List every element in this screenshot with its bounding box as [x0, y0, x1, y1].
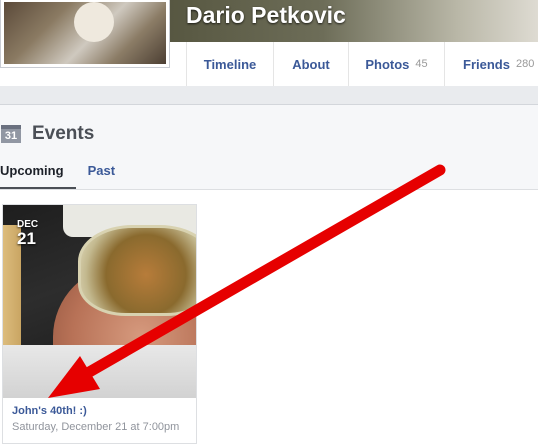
profile-avatar[interactable]	[0, 0, 170, 68]
image-shirt	[3, 345, 196, 398]
subtab-upcoming[interactable]: Upcoming	[0, 163, 76, 189]
events-subtabs: Upcoming Past	[0, 163, 127, 189]
tab-photos-count: 45	[415, 58, 428, 70]
events-title[interactable]: Events	[32, 123, 94, 145]
tab-photos[interactable]: Photos 45	[349, 42, 445, 86]
profile-nav: Timeline About Photos 45 Friends 280	[186, 42, 538, 87]
tab-friends-count: 280	[515, 58, 535, 70]
tab-photos-label: Photos	[365, 56, 410, 72]
event-time: Saturday, December 21 at 7:00pm	[12, 421, 180, 433]
calendar-icon: 31	[1, 125, 21, 143]
events-list: DEC 21 John's 40th! :) Saturday, Decembe…	[0, 189, 538, 444]
tab-about-label: About	[292, 56, 330, 72]
tab-about[interactable]: About	[274, 42, 349, 86]
event-date-badge: DEC 21	[17, 219, 38, 248]
event-title-link[interactable]: John's 40th! :)	[12, 405, 87, 417]
tab-friends-label: Friends	[463, 56, 510, 72]
events-panel: 31 Events Upcoming Past DEC 21 John's 40…	[0, 104, 538, 444]
event-day: 21	[17, 229, 36, 248]
subtab-past[interactable]: Past	[88, 163, 127, 189]
events-header: 31 Events	[0, 121, 94, 147]
event-card[interactable]: DEC 21 John's 40th! :) Saturday, Decembe…	[2, 204, 197, 444]
tab-timeline[interactable]: Timeline	[187, 42, 274, 86]
image-goggles	[78, 225, 196, 316]
event-cover-image[interactable]: DEC 21	[3, 205, 196, 398]
section-gap	[0, 86, 538, 104]
tab-friends[interactable]: Friends 280	[445, 42, 538, 86]
profile-name[interactable]: Dario Petkovic	[186, 2, 346, 29]
tab-timeline-label: Timeline	[203, 56, 257, 72]
avatar-photo	[4, 2, 166, 64]
